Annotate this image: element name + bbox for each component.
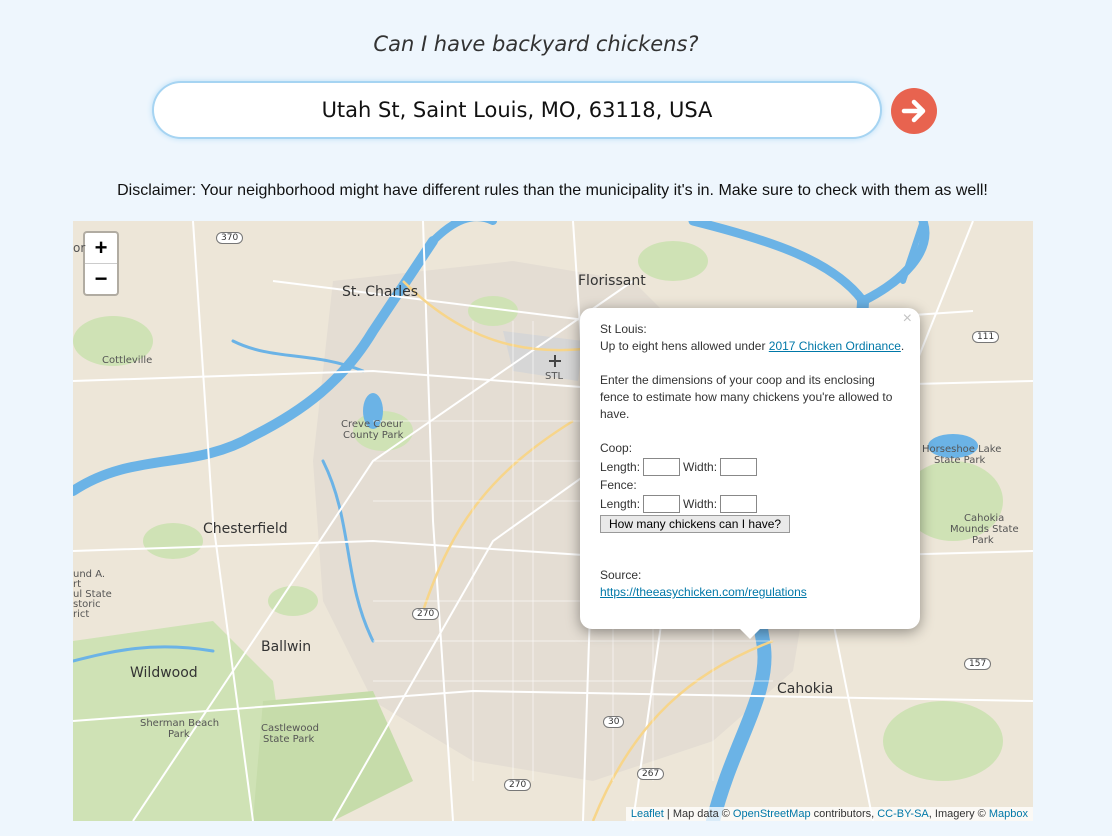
popup-instructions: Enter the dimensions of your coop and it… — [600, 373, 893, 421]
map-popup: × St Louis: Up to eight hens allowed und… — [580, 308, 920, 639]
fence-length-label: Length: — [600, 496, 641, 511]
fence-label: Fence: — [600, 478, 637, 492]
ordinance-link[interactable]: 2017 Chicken Ordinance — [769, 339, 901, 353]
address-input[interactable] — [175, 97, 859, 123]
map-label-county-park: County Park — [343, 430, 404, 441]
fence-width-label: Width: — [683, 496, 718, 511]
map-label-ballwin: Ballwin — [261, 639, 312, 655]
rule-suffix: . — [900, 339, 905, 353]
map-label-edge-1: or — [73, 241, 86, 255]
page-title: Can I have backyard chickens? — [373, 32, 699, 56]
map-label-horseshoe-state-park: State Park — [934, 455, 986, 466]
attribution-text: contributors, — [810, 808, 878, 820]
leaflet-link[interactable]: Leaflet — [631, 808, 664, 820]
map-label-edge-6: rict — [73, 609, 90, 620]
map-label-cahokia-mounds-3: Park — [972, 535, 994, 546]
map-label-cahokia-mounds-1: Cahokia — [964, 513, 1005, 524]
coop-width-label: Width: — [683, 459, 718, 474]
popup-place: St Louis: — [600, 322, 647, 336]
coop-length-input[interactable] — [643, 458, 681, 476]
highway-shield: 157 — [964, 658, 992, 670]
highway-shield: 111 — [972, 331, 1000, 343]
map-label-cahokia-mounds-2: Mounds State — [950, 524, 1019, 535]
osm-link[interactable]: OpenStreetMap — [733, 808, 811, 820]
mapbox-link[interactable]: Mapbox — [989, 808, 1028, 820]
popup-tip — [740, 629, 760, 639]
fence-length-input[interactable] — [643, 495, 681, 513]
coop-label: Coop: — [600, 441, 633, 455]
zoom-in-button[interactable]: + — [85, 233, 117, 264]
coop-width-input[interactable] — [720, 458, 758, 476]
calculate-button[interactable]: How many chickens can I have? — [600, 515, 791, 533]
map-label-cottleville: Cottleville — [102, 355, 153, 366]
map-label-chesterfield: Chesterfield — [203, 521, 288, 537]
highway-shield: 267 — [637, 768, 665, 780]
highway-shield: 270 — [412, 608, 440, 620]
map-label-creve-coeur: Creve Coeur — [341, 419, 403, 430]
source-label: Source: — [600, 568, 642, 582]
license-link[interactable]: CC-BY-SA — [877, 808, 929, 820]
map-label-stl: STL — [545, 371, 564, 382]
attribution-text: | Map data © — [663, 808, 733, 820]
disclaimer-text: Disclaimer: Your neighborhood might have… — [117, 182, 988, 199]
rule-text: Up to eight hens allowed under — [600, 339, 769, 353]
zoom-control: + − — [83, 231, 119, 296]
address-search-box[interactable] — [154, 83, 880, 137]
map-label-cahokia: Cahokia — [777, 681, 834, 697]
map-label-horseshoe-lake: Horseshoe Lake — [922, 444, 1002, 455]
map-label-wildwood: Wildwood — [130, 665, 198, 681]
map-attribution: Leaflet | Map data © OpenStreetMap contr… — [625, 807, 1033, 821]
popup-rule: Up to eight hens allowed under 2017 Chic… — [600, 338, 905, 355]
highway-shield: 270 — [504, 779, 532, 791]
source-link[interactable]: https://theeasychicken.com/regulations — [600, 585, 807, 599]
arrow-right-circle-icon — [901, 99, 926, 123]
zoom-out-button[interactable]: − — [85, 264, 117, 294]
go-button[interactable] — [891, 88, 937, 134]
fence-width-input[interactable] — [720, 495, 758, 513]
map-label-sherman-beach: Sherman Beach — [140, 718, 220, 729]
map-label-st-charles: St. Charles — [342, 284, 419, 300]
map-label-sherman-beach-park: Park — [168, 729, 190, 740]
coop-length-label: Length: — [600, 459, 641, 474]
highway-shield: 370 — [216, 232, 244, 244]
highway-shield: 30 — [603, 716, 625, 728]
map-label-florissant: Florissant — [578, 273, 646, 289]
map-label-castlewood-state-park: State Park — [263, 734, 315, 745]
map-label-castlewood: Castlewood — [261, 723, 319, 734]
attribution-text: , Imagery © — [928, 808, 989, 820]
